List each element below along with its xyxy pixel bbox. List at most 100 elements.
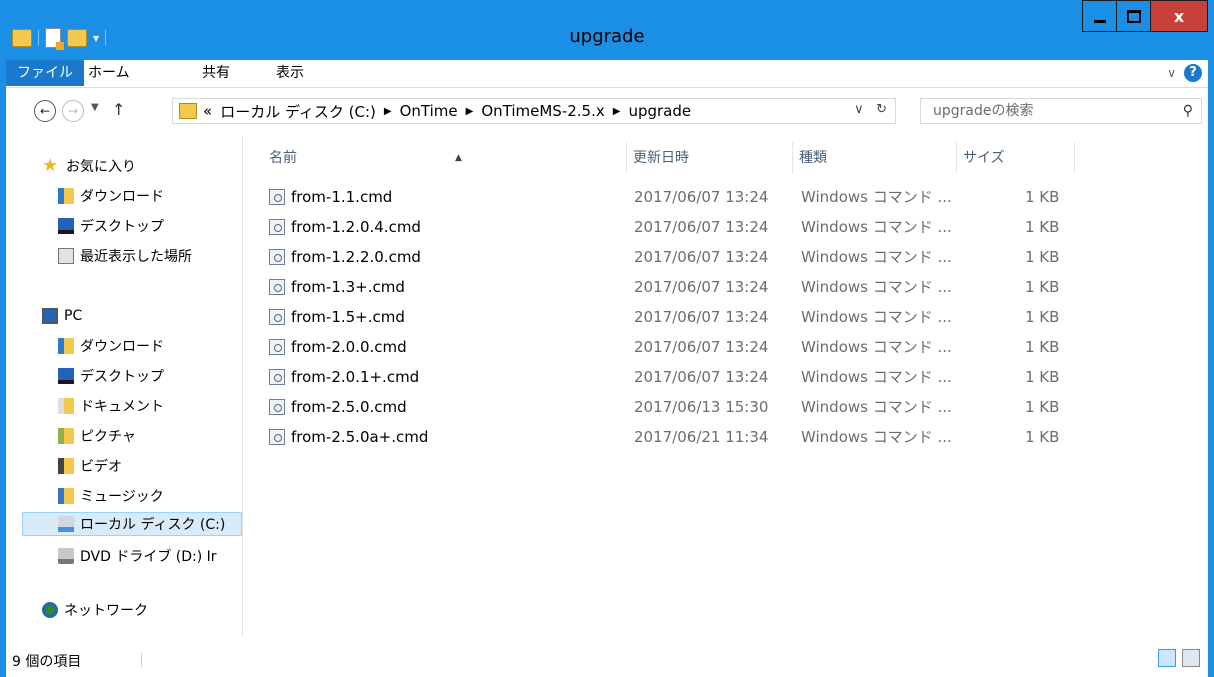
- file-row[interactable]: from-1.3+.cmd 2017/06/07 13:24 Windows コ…: [243, 272, 1073, 302]
- file-size: 1 KB: [1025, 308, 1060, 326]
- file-date: 2017/06/07 13:24: [634, 308, 769, 326]
- tab-file[interactable]: ファイル: [6, 60, 84, 86]
- file-date: 2017/06/07 13:24: [634, 218, 769, 236]
- nav-network[interactable]: ネットワーク: [42, 598, 148, 622]
- file-name: from-1.5+.cmd: [269, 302, 405, 332]
- star-icon: ★: [42, 155, 59, 176]
- computer-icon: [42, 308, 58, 324]
- address-dropdown-icon[interactable]: ∨: [854, 102, 864, 117]
- tab-view[interactable]: 表示: [266, 60, 314, 86]
- nav-favorites[interactable]: ★ お気に入り: [42, 154, 136, 178]
- nav-label: 最近表示した場所: [80, 249, 192, 265]
- nav-label: デスクトップ: [80, 369, 164, 385]
- cmd-file-icon: [269, 369, 285, 385]
- maximize-button[interactable]: [1116, 0, 1151, 32]
- file-size: 1 KB: [1025, 188, 1060, 206]
- nav-item-documents[interactable]: ドキュメント: [58, 394, 164, 418]
- cmd-file-icon: [269, 219, 285, 235]
- breadcrumb-item[interactable]: ローカル ディスク (C:): [220, 101, 376, 122]
- tab-share[interactable]: 共有: [192, 60, 240, 86]
- forward-button[interactable]: →: [62, 100, 84, 122]
- tab-home[interactable]: ホーム: [78, 60, 140, 86]
- up-button[interactable]: ↑: [112, 100, 125, 119]
- breadcrumb-separator-icon[interactable]: ▶: [613, 106, 621, 117]
- expand-ribbon-icon[interactable]: ∨: [1167, 66, 1176, 80]
- nav-label: ダウンロード: [80, 339, 164, 355]
- nav-label: ミュージック: [80, 489, 164, 505]
- file-type: Windows コマンド ...: [801, 248, 952, 266]
- file-date: 2017/06/13 15:30: [634, 398, 769, 416]
- help-icon[interactable]: ?: [1184, 64, 1202, 82]
- nav-item-videos[interactable]: ビデオ: [58, 454, 122, 478]
- column-header-type[interactable]: 種類: [793, 142, 957, 174]
- nav-pc[interactable]: PC: [42, 304, 82, 328]
- back-button[interactable]: ←: [34, 100, 56, 122]
- nav-label: ドキュメント: [80, 399, 164, 415]
- recent-locations-icon[interactable]: ▼: [91, 102, 99, 113]
- file-size: 1 KB: [1025, 428, 1060, 446]
- nav-item-music[interactable]: ミュージック: [58, 484, 164, 508]
- cmd-file-icon: [269, 249, 285, 265]
- column-header-name[interactable]: 名前 ▲: [263, 142, 627, 174]
- file-date: 2017/06/07 13:24: [634, 278, 769, 296]
- file-size: 1 KB: [1025, 398, 1060, 416]
- hard-drive-icon: [58, 516, 74, 532]
- file-date: 2017/06/07 13:24: [634, 188, 769, 206]
- title-bar: ▾ upgrade x: [0, 0, 1214, 60]
- column-header-date[interactable]: 更新日時: [627, 142, 793, 174]
- breadcrumb-separator-icon[interactable]: ▶: [384, 106, 392, 117]
- desktop-icon: [58, 218, 74, 234]
- file-size: 1 KB: [1025, 248, 1060, 266]
- breadcrumb-item[interactable]: OnTime: [400, 102, 458, 120]
- nav-item-pc-downloads[interactable]: ダウンロード: [58, 334, 164, 358]
- file-type: Windows コマンド ...: [801, 398, 952, 416]
- breadcrumb-overflow[interactable]: «: [203, 102, 212, 120]
- breadcrumb-item[interactable]: upgrade: [628, 102, 691, 120]
- search-input[interactable]: upgradeの検索 ⚲: [920, 98, 1202, 124]
- large-icons-view-icon[interactable]: [1182, 649, 1200, 667]
- file-row[interactable]: from-2.0.1+.cmd 2017/06/07 13:24 Windows…: [243, 362, 1073, 392]
- breadcrumb-separator-icon[interactable]: ▶: [466, 106, 474, 117]
- close-button[interactable]: x: [1150, 0, 1208, 32]
- nav-item-desktop[interactable]: デスクトップ: [58, 214, 164, 238]
- file-row[interactable]: from-1.2.0.4.cmd 2017/06/07 13:24 Window…: [243, 212, 1073, 242]
- refresh-icon[interactable]: ↻: [876, 102, 887, 117]
- file-row[interactable]: from-2.5.0a+.cmd 2017/06/21 11:34 Window…: [243, 422, 1073, 452]
- file-row[interactable]: from-1.2.2.0.cmd 2017/06/07 13:24 Window…: [243, 242, 1073, 272]
- nav-label: ビデオ: [80, 459, 122, 475]
- minimize-icon: [1093, 19, 1106, 23]
- nav-item-dvd-drive[interactable]: DVD ドライブ (D:) Ir: [58, 544, 217, 568]
- file-row[interactable]: from-2.0.0.cmd 2017/06/07 13:24 Windows …: [243, 332, 1073, 362]
- sort-ascending-icon: ▲: [455, 153, 462, 163]
- nav-label: ネットワーク: [64, 603, 148, 619]
- file-row[interactable]: from-2.5.0.cmd 2017/06/13 15:30 Windows …: [243, 392, 1073, 422]
- search-icon[interactable]: ⚲: [1183, 99, 1193, 123]
- file-type: Windows コマンド ...: [801, 218, 952, 236]
- network-icon: [42, 602, 58, 618]
- nav-item-local-disk[interactable]: ローカル ディスク (C:): [22, 512, 242, 536]
- downloads-icon: [58, 188, 74, 204]
- nav-item-recent[interactable]: 最近表示した場所: [58, 244, 192, 268]
- file-type: Windows コマンド ...: [801, 428, 952, 446]
- nav-item-pictures[interactable]: ピクチャ: [58, 424, 136, 448]
- file-size: 1 KB: [1025, 368, 1060, 386]
- pictures-icon: [58, 428, 74, 444]
- nav-label: ローカル ディスク (C:): [80, 517, 226, 533]
- file-name: from-2.5.0.cmd: [269, 392, 407, 422]
- file-type: Windows コマンド ...: [801, 188, 952, 206]
- column-header-size[interactable]: サイズ: [957, 142, 1075, 174]
- minimize-button[interactable]: [1082, 0, 1117, 32]
- file-name: from-2.0.0.cmd: [269, 332, 407, 362]
- nav-item-pc-desktop[interactable]: デスクトップ: [58, 364, 164, 388]
- cmd-file-icon: [269, 339, 285, 355]
- breadcrumb-item[interactable]: OnTimeMS-2.5.x: [481, 102, 604, 120]
- details-view-icon[interactable]: [1158, 649, 1176, 667]
- file-size: 1 KB: [1025, 278, 1060, 296]
- address-bar[interactable]: « ローカル ディスク (C:) ▶ OnTime ▶ OnTimeMS-2.5…: [172, 98, 896, 124]
- file-row[interactable]: from-1.1.cmd 2017/06/07 13:24 Windows コマ…: [243, 182, 1073, 212]
- file-row[interactable]: from-1.5+.cmd 2017/06/07 13:24 Windows コ…: [243, 302, 1073, 332]
- nav-item-downloads[interactable]: ダウンロード: [58, 184, 164, 208]
- file-date: 2017/06/07 13:24: [634, 368, 769, 386]
- nav-label: デスクトップ: [80, 219, 164, 235]
- file-name: from-2.0.1+.cmd: [269, 362, 419, 392]
